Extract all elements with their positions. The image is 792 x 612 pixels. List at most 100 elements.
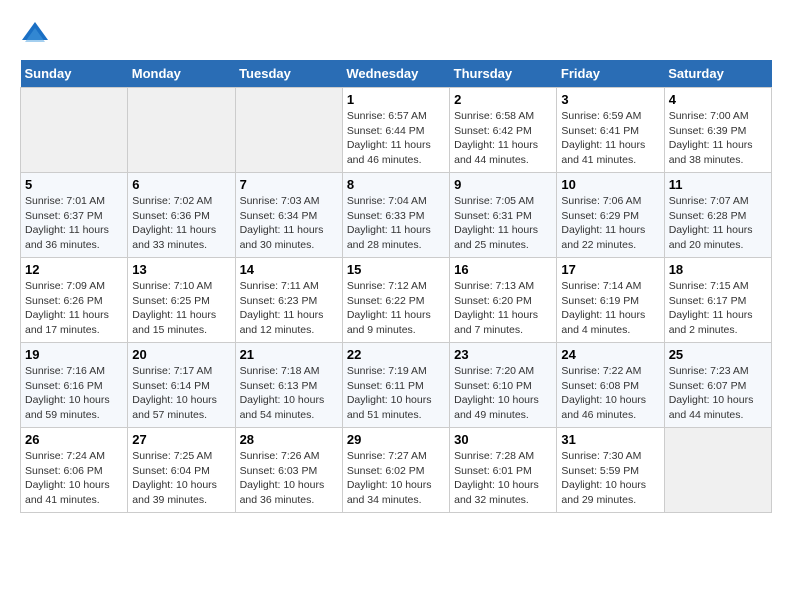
day-number: 29	[347, 432, 445, 447]
weekday-header-saturday: Saturday	[664, 60, 771, 88]
calendar-cell: 16 Sunrise: 7:13 AM Sunset: 6:20 PM Dayli…	[450, 258, 557, 343]
cell-content: Sunrise: 7:05 AM Sunset: 6:31 PM Dayligh…	[454, 194, 552, 253]
day-number: 12	[25, 262, 123, 277]
day-number: 20	[132, 347, 230, 362]
cell-content: Sunrise: 6:58 AM Sunset: 6:42 PM Dayligh…	[454, 109, 552, 168]
calendar-cell: 12 Sunrise: 7:09 AM Sunset: 6:26 PM Dayli…	[21, 258, 128, 343]
calendar-cell: 29 Sunrise: 7:27 AM Sunset: 6:02 PM Dayli…	[342, 428, 449, 513]
calendar-cell: 4 Sunrise: 7:00 AM Sunset: 6:39 PM Daylig…	[664, 88, 771, 173]
cell-content: Sunrise: 7:14 AM Sunset: 6:19 PM Dayligh…	[561, 279, 659, 338]
calendar-cell: 21 Sunrise: 7:18 AM Sunset: 6:13 PM Dayli…	[235, 343, 342, 428]
calendar-cell: 10 Sunrise: 7:06 AM Sunset: 6:29 PM Dayli…	[557, 173, 664, 258]
day-number: 2	[454, 92, 552, 107]
calendar-week-row: 19 Sunrise: 7:16 AM Sunset: 6:16 PM Dayli…	[21, 343, 772, 428]
calendar-cell: 22 Sunrise: 7:19 AM Sunset: 6:11 PM Dayli…	[342, 343, 449, 428]
day-number: 9	[454, 177, 552, 192]
day-number: 30	[454, 432, 552, 447]
day-number: 18	[669, 262, 767, 277]
day-number: 4	[669, 92, 767, 107]
weekday-header-monday: Monday	[128, 60, 235, 88]
calendar-cell: 8 Sunrise: 7:04 AM Sunset: 6:33 PM Daylig…	[342, 173, 449, 258]
calendar-cell: 11 Sunrise: 7:07 AM Sunset: 6:28 PM Dayli…	[664, 173, 771, 258]
day-number: 10	[561, 177, 659, 192]
day-number: 1	[347, 92, 445, 107]
calendar-cell: 19 Sunrise: 7:16 AM Sunset: 6:16 PM Dayli…	[21, 343, 128, 428]
cell-content: Sunrise: 7:13 AM Sunset: 6:20 PM Dayligh…	[454, 279, 552, 338]
cell-content: Sunrise: 7:20 AM Sunset: 6:10 PM Dayligh…	[454, 364, 552, 423]
calendar-cell: 3 Sunrise: 6:59 AM Sunset: 6:41 PM Daylig…	[557, 88, 664, 173]
calendar-cell: 31 Sunrise: 7:30 AM Sunset: 5:59 PM Dayli…	[557, 428, 664, 513]
calendar-cell: 24Sunrise: 7:22 AM Sunset: 6:08 PM Dayli…	[557, 343, 664, 428]
calendar-cell: 14 Sunrise: 7:11 AM Sunset: 6:23 PM Dayli…	[235, 258, 342, 343]
day-number: 11	[669, 177, 767, 192]
cell-content: Sunrise: 7:27 AM Sunset: 6:02 PM Dayligh…	[347, 449, 445, 508]
cell-content: Sunrise: 7:12 AM Sunset: 6:22 PM Dayligh…	[347, 279, 445, 338]
day-number: 14	[240, 262, 338, 277]
day-number: 16	[454, 262, 552, 277]
cell-content: Sunrise: 7:28 AM Sunset: 6:01 PM Dayligh…	[454, 449, 552, 508]
weekday-header-wednesday: Wednesday	[342, 60, 449, 88]
cell-content: Sunrise: 7:02 AM Sunset: 6:36 PM Dayligh…	[132, 194, 230, 253]
cell-content: Sunrise: 7:07 AM Sunset: 6:28 PM Dayligh…	[669, 194, 767, 253]
calendar-cell: 6 Sunrise: 7:02 AM Sunset: 6:36 PM Daylig…	[128, 173, 235, 258]
cell-content: Sunrise: 7:09 AM Sunset: 6:26 PM Dayligh…	[25, 279, 123, 338]
day-number: 17	[561, 262, 659, 277]
calendar-cell	[235, 88, 342, 173]
day-number: 6	[132, 177, 230, 192]
day-number: 31	[561, 432, 659, 447]
weekday-header-thursday: Thursday	[450, 60, 557, 88]
day-number: 25	[669, 347, 767, 362]
day-number: 23	[454, 347, 552, 362]
day-number: 21	[240, 347, 338, 362]
logo	[20, 20, 54, 50]
calendar-cell: 17 Sunrise: 7:14 AM Sunset: 6:19 PM Dayli…	[557, 258, 664, 343]
calendar-cell: 9 Sunrise: 7:05 AM Sunset: 6:31 PM Daylig…	[450, 173, 557, 258]
cell-content: Sunrise: 7:16 AM Sunset: 6:16 PM Dayligh…	[25, 364, 123, 423]
calendar-week-row: 1 Sunrise: 6:57 AM Sunset: 6:44 PM Daylig…	[21, 88, 772, 173]
cell-content: Sunrise: 7:04 AM Sunset: 6:33 PM Dayligh…	[347, 194, 445, 253]
cell-content: Sunrise: 6:57 AM Sunset: 6:44 PM Dayligh…	[347, 109, 445, 168]
day-number: 13	[132, 262, 230, 277]
calendar-week-row: 12 Sunrise: 7:09 AM Sunset: 6:26 PM Dayli…	[21, 258, 772, 343]
calendar-cell: 7 Sunrise: 7:03 AM Sunset: 6:34 PM Daylig…	[235, 173, 342, 258]
day-number: 22	[347, 347, 445, 362]
page-header	[20, 20, 772, 50]
calendar-cell: 23 Sunrise: 7:20 AM Sunset: 6:10 PM Dayli…	[450, 343, 557, 428]
cell-content: Sunrise: 7:23 AM Sunset: 6:07 PM Dayligh…	[669, 364, 767, 423]
calendar-cell: 30 Sunrise: 7:28 AM Sunset: 6:01 PM Dayli…	[450, 428, 557, 513]
day-number: 26	[25, 432, 123, 447]
cell-content: Sunrise: 6:59 AM Sunset: 6:41 PM Dayligh…	[561, 109, 659, 168]
day-number: 7	[240, 177, 338, 192]
day-number: 8	[347, 177, 445, 192]
cell-content: Sunrise: 7:15 AM Sunset: 6:17 PM Dayligh…	[669, 279, 767, 338]
day-number: 27	[132, 432, 230, 447]
day-number: 19	[25, 347, 123, 362]
logo-icon	[20, 20, 50, 50]
weekday-header-friday: Friday	[557, 60, 664, 88]
cell-content: Sunrise: 7:19 AM Sunset: 6:11 PM Dayligh…	[347, 364, 445, 423]
calendar-week-row: 5Sunrise: 7:01 AM Sunset: 6:37 PM Daylig…	[21, 173, 772, 258]
calendar-cell	[21, 88, 128, 173]
calendar-week-row: 26 Sunrise: 7:24 AM Sunset: 6:06 PM Dayli…	[21, 428, 772, 513]
calendar-table: SundayMondayTuesdayWednesdayThursdayFrid…	[20, 60, 772, 513]
cell-content: Sunrise: 7:25 AM Sunset: 6:04 PM Dayligh…	[132, 449, 230, 508]
cell-content: Sunrise: 7:10 AM Sunset: 6:25 PM Dayligh…	[132, 279, 230, 338]
cell-content: Sunrise: 7:06 AM Sunset: 6:29 PM Dayligh…	[561, 194, 659, 253]
calendar-cell: 26 Sunrise: 7:24 AM Sunset: 6:06 PM Dayli…	[21, 428, 128, 513]
day-number: 15	[347, 262, 445, 277]
cell-content: Sunrise: 7:22 AM Sunset: 6:08 PM Dayligh…	[561, 364, 659, 423]
calendar-cell: 18 Sunrise: 7:15 AM Sunset: 6:17 PM Dayli…	[664, 258, 771, 343]
cell-content: Sunrise: 7:11 AM Sunset: 6:23 PM Dayligh…	[240, 279, 338, 338]
cell-content: Sunrise: 7:01 AM Sunset: 6:37 PM Dayligh…	[25, 194, 123, 253]
weekday-header-sunday: Sunday	[21, 60, 128, 88]
calendar-cell: 1 Sunrise: 6:57 AM Sunset: 6:44 PM Daylig…	[342, 88, 449, 173]
cell-content: Sunrise: 7:24 AM Sunset: 6:06 PM Dayligh…	[25, 449, 123, 508]
calendar-cell: 28Sunrise: 7:26 AM Sunset: 6:03 PM Dayli…	[235, 428, 342, 513]
cell-content: Sunrise: 7:00 AM Sunset: 6:39 PM Dayligh…	[669, 109, 767, 168]
cell-content: Sunrise: 7:30 AM Sunset: 5:59 PM Dayligh…	[561, 449, 659, 508]
day-number: 3	[561, 92, 659, 107]
cell-content: Sunrise: 7:18 AM Sunset: 6:13 PM Dayligh…	[240, 364, 338, 423]
calendar-cell: 15 Sunrise: 7:12 AM Sunset: 6:22 PM Dayli…	[342, 258, 449, 343]
cell-content: Sunrise: 7:03 AM Sunset: 6:34 PM Dayligh…	[240, 194, 338, 253]
calendar-cell: 20Sunrise: 7:17 AM Sunset: 6:14 PM Dayli…	[128, 343, 235, 428]
